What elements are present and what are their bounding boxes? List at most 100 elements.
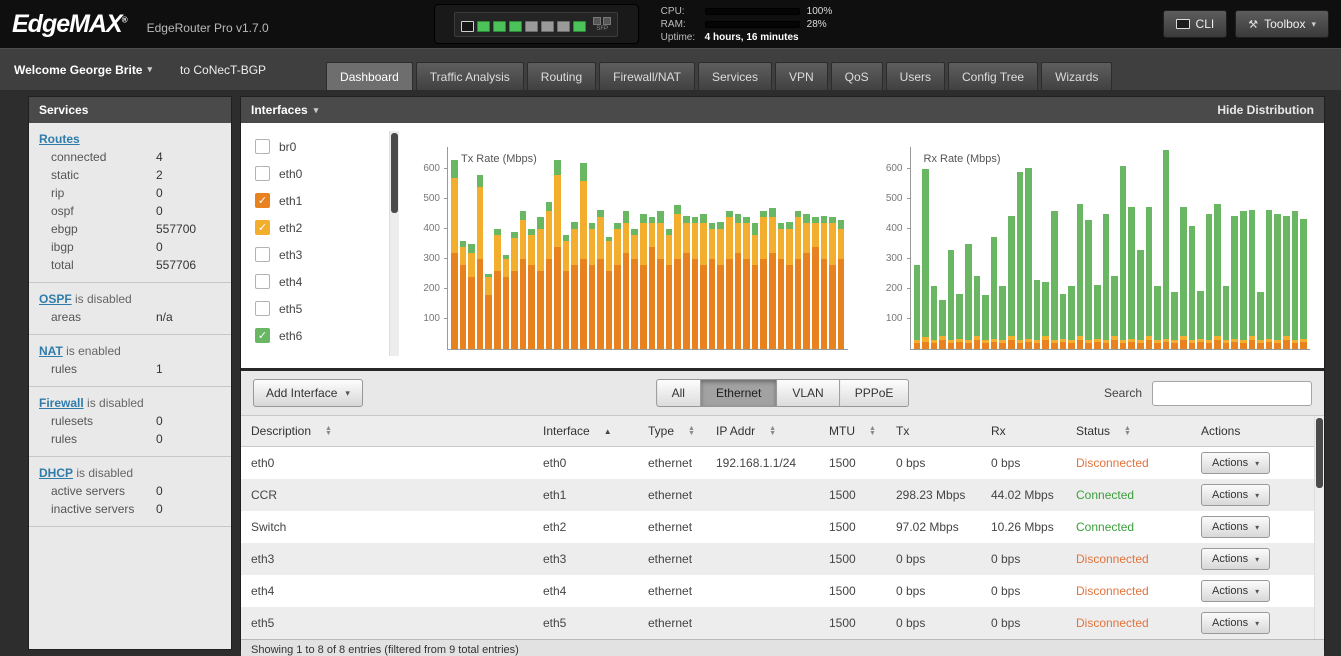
interface-checkbox[interactable]: ✓ — [255, 193, 270, 208]
column-header-actions[interactable]: Actions — [1191, 424, 1314, 438]
tab-firewall-nat[interactable]: Firewall/NAT — [599, 62, 695, 90]
actions-button[interactable]: Actions▾ — [1201, 516, 1270, 538]
cell-type: ethernet — [638, 616, 706, 630]
interface-item-eth5[interactable]: eth5 — [255, 295, 389, 322]
column-label: Interface — [543, 424, 590, 438]
port-led-on — [493, 21, 506, 32]
interface-item-eth0[interactable]: eth0 — [255, 160, 389, 187]
main-navbar: Welcome George Brite ▾ to CoNecT-BGP Das… — [0, 48, 1341, 90]
interface-item-eth4[interactable]: eth4 — [255, 268, 389, 295]
bar-segment-eth1 — [1103, 343, 1110, 349]
chart-bar — [563, 235, 570, 349]
cell-rx: 0 bps — [981, 456, 1066, 470]
actions-button[interactable]: Actions▾ — [1201, 452, 1270, 474]
tab-config-tree[interactable]: Config Tree — [948, 62, 1038, 90]
port-leds: SFP — [454, 12, 618, 37]
bar-segment-eth6 — [1154, 286, 1161, 340]
bar-segment-eth6 — [821, 216, 828, 224]
scrollbar-thumb[interactable] — [1316, 418, 1323, 488]
column-header-status[interactable]: Status▲▼ — [1066, 424, 1191, 438]
sidebar-link-nat[interactable]: NAT — [39, 344, 63, 358]
actions-button-label: Actions — [1212, 585, 1248, 597]
tab-qos[interactable]: QoS — [831, 62, 883, 90]
scrollbar-thumb[interactable] — [391, 133, 398, 213]
sort-icon[interactable]: ▲▼ — [688, 426, 695, 436]
sidebar-link-dhcp[interactable]: DHCP — [39, 466, 73, 480]
column-label: Actions — [1201, 424, 1240, 438]
bar-segment-eth2 — [717, 229, 724, 265]
bar-segment-eth1 — [1231, 342, 1238, 350]
filter-ethernet[interactable]: Ethernet — [701, 379, 777, 407]
column-header-tx[interactable]: Tx — [886, 424, 981, 438]
tab-traffic-analysis[interactable]: Traffic Analysis — [416, 62, 524, 90]
bar-segment-eth6 — [597, 210, 604, 218]
chevron-down-icon: ▾ — [1255, 555, 1259, 564]
table-scrollbar[interactable] — [1314, 416, 1324, 639]
actions-button[interactable]: Actions▾ — [1201, 612, 1270, 634]
tab-users[interactable]: Users — [886, 62, 945, 90]
interface-name: eth4 — [279, 275, 302, 289]
tab-wizards[interactable]: Wizards — [1041, 62, 1112, 90]
chart-bar — [1120, 166, 1127, 349]
filter-pppoe[interactable]: PPPoE — [840, 379, 910, 407]
sidebar-stat-row: connected4 — [39, 146, 221, 164]
interface-checkbox[interactable]: ✓ — [255, 328, 270, 343]
interface-item-eth1[interactable]: ✓eth1 — [255, 187, 389, 214]
sort-icon[interactable]: ▲▼ — [1124, 426, 1131, 436]
actions-button[interactable]: Actions▾ — [1201, 484, 1270, 506]
interface-item-eth2[interactable]: ✓eth2 — [255, 214, 389, 241]
sort-icon[interactable]: ▲▼ — [325, 426, 332, 436]
interface-item-eth3[interactable]: eth3 — [255, 241, 389, 268]
chart-bar — [1085, 220, 1092, 349]
chart-bar — [1292, 211, 1299, 349]
actions-button[interactable]: Actions▾ — [1201, 548, 1270, 570]
tab-vpn[interactable]: VPN — [775, 62, 828, 90]
column-header-ip-addr[interactable]: IP Addr▲▼ — [706, 424, 819, 438]
user-menu[interactable]: Welcome George Brite ▾ — [14, 63, 152, 77]
filter-vlan[interactable]: VLAN — [777, 379, 839, 407]
chart-bar — [922, 169, 929, 349]
sort-icon[interactable]: ▲▼ — [769, 426, 776, 436]
interface-item-eth6[interactable]: ✓eth6 — [255, 322, 389, 349]
actions-button[interactable]: Actions▾ — [1201, 580, 1270, 602]
column-header-mtu[interactable]: MTU▲▼ — [819, 424, 886, 438]
chevron-down-icon[interactable]: ▾ — [314, 105, 319, 116]
column-header-interface[interactable]: Interface▲ — [533, 424, 638, 438]
add-interface-button[interactable]: Add Interface ▾ — [253, 379, 363, 407]
interface-item-br0[interactable]: br0 — [255, 133, 389, 160]
cpu-value: 100% — [807, 6, 833, 17]
bar-segment-eth6 — [1146, 207, 1153, 336]
interface-checkbox[interactable]: ✓ — [255, 220, 270, 235]
column-header-rx[interactable]: Rx — [981, 424, 1066, 438]
services-sidebar: Services Routesconnected4static2rip0ospf… — [28, 96, 232, 650]
interface-checkbox[interactable] — [255, 274, 270, 289]
table-row-eth2: Switcheth2ethernet150097.02 Mbps10.26 Mb… — [241, 511, 1314, 543]
chart-bar — [1223, 286, 1230, 349]
bar-segment-eth6 — [623, 211, 630, 223]
port-led-on — [477, 21, 490, 32]
column-header-description[interactable]: Description▲▼ — [241, 424, 533, 438]
filter-all[interactable]: All — [656, 379, 701, 407]
interface-checkbox[interactable] — [255, 166, 270, 181]
interface-checkbox[interactable] — [255, 301, 270, 316]
column-header-type[interactable]: Type▲▼ — [638, 424, 706, 438]
interface-checkbox[interactable] — [255, 139, 270, 154]
tab-dashboard[interactable]: Dashboard — [326, 62, 413, 90]
product-version: EdgeRouter Pro v1.7.0 — [147, 21, 269, 35]
search-input[interactable] — [1152, 381, 1312, 406]
sidebar-link-firewall[interactable]: Firewall — [39, 396, 84, 410]
hide-distribution-link[interactable]: Hide Distribution — [1217, 103, 1314, 117]
chart-bar — [1060, 294, 1067, 350]
y-axis-tick-label: 400 — [408, 223, 440, 234]
interface-list-scrollbar[interactable] — [389, 131, 399, 356]
interface-checkbox[interactable] — [255, 247, 270, 262]
toolbox-button[interactable]: ⚒ Toolbox ▾ — [1235, 10, 1329, 38]
cli-button[interactable]: CLI — [1163, 10, 1228, 38]
bar-segment-eth1 — [1154, 343, 1161, 349]
sidebar-link-ospf[interactable]: OSPF — [39, 292, 72, 306]
bar-segment-eth6 — [1257, 292, 1264, 340]
tab-services[interactable]: Services — [698, 62, 772, 90]
tab-routing[interactable]: Routing — [527, 62, 596, 90]
sort-icon[interactable]: ▲▼ — [869, 426, 876, 436]
sidebar-link-routes[interactable]: Routes — [39, 132, 80, 146]
